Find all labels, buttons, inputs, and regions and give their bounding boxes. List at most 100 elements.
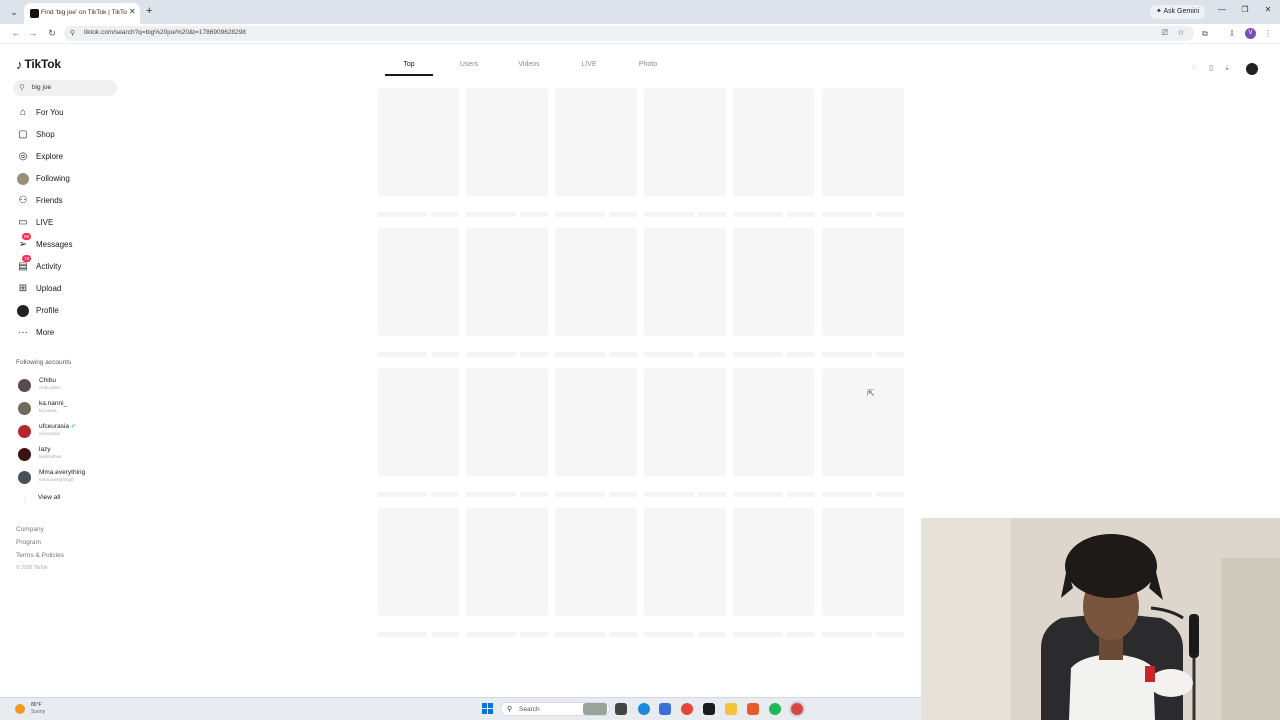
browser-tab-strip: ⌄ Find 'big joe' on TikTok | TikTok ✕ + … (0, 0, 1280, 24)
stats-placeholder (787, 492, 815, 497)
chrome-active-icon[interactable] (791, 703, 803, 715)
tab-close-icon[interactable]: ✕ (129, 7, 136, 16)
weather-temperature: 86°F (31, 702, 42, 708)
thumbnail-placeholder (822, 368, 904, 476)
stats-placeholder (876, 212, 904, 217)
file-explorer-icon[interactable] (725, 703, 737, 715)
account-name: ka.nanni_ (39, 400, 68, 407)
site-info-icon[interactable]: ⚲ (70, 29, 75, 37)
stats-placeholder (520, 352, 548, 357)
download-icon[interactable]: ⇣ (1221, 64, 1233, 72)
caption-placeholder (466, 212, 516, 217)
install-app-icon[interactable]: ⎚ (1159, 28, 1171, 38)
browser-profile-avatar[interactable]: V (1245, 28, 1256, 39)
active-tab-indicator (385, 74, 433, 76)
tab-users[interactable]: Users (452, 61, 486, 68)
sidebar-item-live[interactable]: ▭ LIVE (16, 216, 116, 230)
user-avatar[interactable] (1246, 63, 1258, 75)
sidebar-item-explore[interactable]: ◎ Explore (16, 150, 116, 164)
coins-icon[interactable]: ◌ (1188, 64, 1200, 71)
downloads-icon[interactable]: ⇩ (1226, 29, 1238, 38)
copyright-text: © 2026 TikTok (16, 565, 48, 571)
search-results-grid (377, 88, 907, 648)
search-highlight-icon[interactable] (583, 703, 607, 715)
weather-description: Sunny (31, 709, 46, 715)
following-account-item[interactable]: Chibu chibuchibu (18, 377, 118, 395)
ask-gemini-label: Ask Gemini (1163, 8, 1200, 15)
caption-placeholder (733, 212, 783, 217)
weather-sun-icon[interactable] (15, 704, 25, 714)
caption-placeholder (377, 212, 427, 217)
store-icon[interactable] (659, 703, 671, 715)
window-minimize-icon[interactable]: — (1216, 5, 1228, 14)
sidebar-item-messages[interactable]: ➢ 99 Messages (16, 233, 116, 252)
sidebar-item-friends[interactable]: ⚇ Friends (16, 194, 116, 208)
footer-link-company[interactable]: Company (16, 526, 44, 533)
stats-placeholder (520, 492, 548, 497)
thumbnail-placeholder (822, 228, 904, 336)
window-close-icon[interactable]: ✕ (1262, 5, 1274, 14)
following-account-item[interactable]: Mma.everything mma.everything0 (18, 469, 118, 487)
back-arrow-icon[interactable]: ← (10, 28, 22, 38)
sidebar-item-activity[interactable]: ▤ 78 Activity (16, 255, 116, 274)
sidebar-item-upload[interactable]: ⊞ Upload (16, 282, 116, 296)
sidebar-item-label: Messages (36, 240, 73, 249)
thumbnail-placeholder (733, 88, 815, 196)
office-app-icon[interactable] (747, 703, 759, 715)
sidebar-item-for-you[interactable]: ⌂ For You (16, 106, 116, 120)
chrome-browser-icon[interactable] (681, 703, 693, 715)
stats-placeholder (876, 352, 904, 357)
logo-text: TikTok (24, 57, 62, 71)
sidebar-item-label: Friends (36, 196, 63, 205)
account-handle: lamlimilhan (39, 454, 62, 459)
sidebar-item-label: Explore (36, 152, 64, 161)
sidebar-item-more[interactable]: ··· More (16, 326, 116, 340)
thumbnail-placeholder (733, 368, 815, 476)
stats-placeholder (698, 632, 726, 637)
windows-taskbar: 86°F Sunny ⚲ Search (0, 697, 921, 720)
sidebar-item-profile[interactable]: Profile (16, 304, 116, 318)
messages-icon: ➢ (18, 239, 28, 250)
tab-live[interactable]: LIVE (574, 61, 604, 68)
thumbnail-placeholder (377, 88, 459, 196)
footer-link-terms[interactable]: Terms & Policies (16, 552, 64, 559)
browser-menu-icon[interactable]: ⋮ (1262, 29, 1274, 38)
device-app-icon[interactable]: ▯ (1205, 64, 1217, 72)
account-handle: mma.everything0 (39, 477, 74, 482)
footer-link-program[interactable]: Program (16, 539, 41, 546)
browser-toolbar: ← → ↻ ⚲ tiktok.com/search?q=big%20joe%20… (0, 24, 1280, 44)
following-account-item[interactable]: ka.nanni_ ka.nanni_ (18, 400, 118, 418)
streamer-webcam-image (921, 518, 1280, 720)
tab-photo[interactable]: Photo (630, 61, 666, 68)
thumbnail-placeholder (822, 88, 904, 196)
start-windows-icon[interactable] (482, 703, 493, 714)
reload-icon[interactable]: ↻ (46, 28, 58, 39)
window-restore-icon[interactable]: ❐ (1239, 5, 1251, 14)
tiktok-favicon-icon (30, 9, 39, 18)
tiktok-logo[interactable]: ♪ TikTok (16, 56, 61, 72)
following-account-item[interactable]: lazy lamlimilhan (18, 446, 118, 464)
sidebar-item-following[interactable]: Following (16, 172, 116, 186)
search-input[interactable]: ⚲ big joe (13, 80, 117, 96)
address-bar[interactable]: ⚲ tiktok.com/search?q=big%20joe%20&t=178… (64, 26, 1194, 41)
stats-placeholder (698, 492, 726, 497)
tab-videos[interactable]: Videos (510, 61, 548, 68)
ask-gemini-button[interactable]: ✦ Ask Gemini (1150, 5, 1206, 19)
thumbnail-placeholder (555, 508, 637, 616)
bookmark-star-icon[interactable]: ☆ (1175, 28, 1187, 37)
edge-browser-icon[interactable] (638, 703, 650, 715)
following-account-item[interactable]: ufceurasia ✔ ufceurasia (18, 423, 118, 441)
caption-placeholder (822, 212, 872, 217)
spotify-icon[interactable] (769, 703, 781, 715)
task-view-icon[interactable] (615, 703, 627, 715)
forward-arrow-icon[interactable]: → (27, 28, 39, 38)
tab-top[interactable]: Top (385, 61, 433, 68)
browser-tab-active[interactable]: Find 'big joe' on TikTok | TikTok ✕ (24, 3, 140, 24)
sidebar-item-shop[interactable]: ▢ Shop (16, 128, 116, 142)
caption-placeholder (377, 352, 427, 357)
terminal-app-icon[interactable] (703, 703, 715, 715)
thumbnail-placeholder (733, 228, 815, 336)
new-tab-plus-icon[interactable]: + (146, 5, 152, 17)
extensions-icon[interactable]: ⧉ (1199, 29, 1211, 39)
tab-search-chevron-icon[interactable]: ⌄ (8, 6, 20, 18)
